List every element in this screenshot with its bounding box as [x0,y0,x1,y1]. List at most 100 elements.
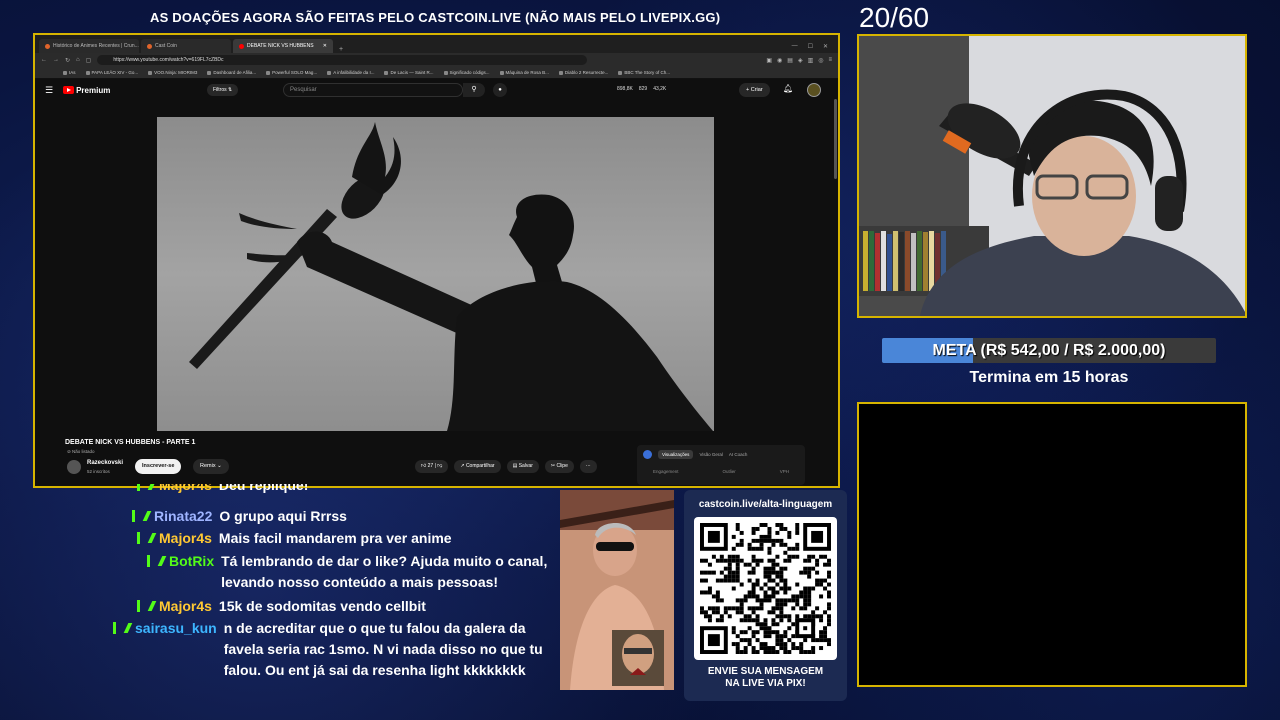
bookmark-item[interactable]: Diablo 2 Resurrecte... [559,70,609,75]
bookmark-item[interactable]: PAPA LEÃO XIV - Go... [86,70,139,75]
new-tab-icon[interactable]: + [335,46,347,53]
chat-username[interactable]: Major4s [159,528,212,549]
qr-code-image [700,523,831,654]
clip-button[interactable]: ✂ Clipe [544,460,574,473]
chat-text: n de acreditar que o que tu falou da gal… [223,620,543,678]
browser-tabbar: Histórico de Animes Recentes | Crun... C… [35,35,838,53]
tab-visualizacoes[interactable]: Visualizações [658,450,694,459]
bookmark-item[interactable]: Powerful SOLO Mag... [266,70,317,75]
video-player[interactable]: ⚙ [35,117,838,431]
extension-icon[interactable]: ▤ [787,57,793,64]
bookmark-item[interactable]: De Lacis — Saint R... [384,70,433,75]
youtube-play-icon [63,86,75,94]
extension-icon[interactable]: ◎ [818,57,823,64]
bookmark-item[interactable]: A infalibilidade da I... [327,70,374,75]
chat-message: Rinata22 O grupo aqui Rrrss [132,506,347,527]
extension-icon[interactable]: ▣ [766,57,772,64]
search-icon[interactable]: ⚲ [463,83,485,97]
back-icon[interactable]: ← [41,57,47,63]
chat-username[interactable]: Rinata22 [154,506,212,527]
microphone-icon[interactable]: ● [493,83,507,97]
goal-deadline: Termina em 15 horas [969,369,1129,386]
webcam-feed [857,34,1247,318]
chat-message: sairasu_kun n de acreditar que o que tu f… [113,618,543,681]
chat-overlay: Major4s Deu replique! Rinata22 O grupo aqui… [100,484,550,720]
browser-tab-youtube[interactable]: DEBATE NICK VS HUBBENS ✕ [233,39,333,53]
panel-label-vph: VPH [779,469,789,474]
minimize-icon[interactable]: — [792,43,798,50]
menu-dots-icon[interactable]: ≡ [828,57,832,64]
bookmark-item[interactable]: VOO.Ninja: MIORIM3 [148,70,197,75]
bell-icon[interactable]: 🔔︎ [783,84,793,93]
close-window-icon[interactable]: ✕ [823,43,828,50]
avatar[interactable] [807,83,821,97]
channel-name[interactable]: Razeckovski [87,460,123,466]
donation-banner: AS DOAÇÕES AGORA SÃO FEITAS PELO CASTCOI… [150,10,721,25]
chat-text: Mais facil mandarem pra ver anime [218,530,452,546]
share-button[interactable]: ↗ Compartilhar [454,460,501,473]
tab-visao-geral[interactable]: Visão Geral [699,452,722,457]
chat-text: Tá lembrando de dar o like? Ajuda muito … [221,553,548,590]
bookmarks-bar: IAs PAPA LEÃO XIV - Go... VOO.Ninja: MIO… [35,67,838,79]
reload-icon[interactable]: ↻ [65,57,70,64]
like-button[interactable]: 👍︎ 27 | 👎︎ [415,460,449,473]
hamburger-menu-icon[interactable]: ☰ [45,85,53,96]
maximize-icon[interactable]: ☐ [808,43,813,50]
tab-favicon-icon [147,43,152,49]
chat-text: 15k de sodomitas vendo cellbit [218,598,426,614]
kick-badge-icon [113,622,125,634]
extension-icon[interactable]: ▥ [808,57,814,64]
bookmark-item[interactable]: Significado códigs... [444,70,490,75]
search-input[interactable]: Pesquisar [283,83,463,97]
webcam-image [859,36,1245,316]
filters-button[interactable]: Filtros ⇅ [207,84,239,96]
url-field[interactable]: https://www.youtube.com/watch?v=619FL7cZ… [97,55,588,65]
browser-tab-history[interactable]: Histórico de Animes Recentes | Crun... [39,39,139,53]
donation-goal-label: META (R$ 542,00 / R$ 2.000,00) [932,342,1166,359]
video-title: DEBATE NICK VS HUBBENS - PARTE 1 [65,439,196,446]
chat-username[interactable]: Major4s [159,596,212,617]
video-frame[interactable]: ⚙ [157,117,714,431]
extension-icon[interactable]: ◈ [798,57,803,64]
remix-button[interactable]: Remix ⌄ [193,459,229,474]
channel-stats: 898,8K 829 43,2K [617,86,667,92]
goal-counter: 20/60 [859,2,930,33]
chat-username[interactable]: sairasu_kun [135,618,217,681]
browser-tab-castcoin[interactable]: Cast Coin [141,39,231,53]
chat-username[interactable]: BotRix [169,551,214,593]
youtube-header: ☰ Premium Filtros ⇅ Pesquisar ⚲ ● 898,8K… [35,79,838,101]
qr-code[interactable] [694,517,837,660]
channel-subscribers: 52 inscritos [87,469,110,474]
kick-badge-icon [132,510,144,522]
donation-goal-bar: META (R$ 542,00 / R$ 2.000,00) [882,338,1216,363]
close-tab-icon[interactable]: ✕ [323,43,327,49]
tab-ai-coach[interactable]: AI Coach [729,452,748,457]
save-button[interactable]: ▤ Salvar [506,460,539,473]
home-icon[interactable]: ⌂ [76,57,80,63]
bookmark-item[interactable]: Máquina de Rosa B... [500,70,549,75]
bookmark-item[interactable]: BBC The Story of Ch... [618,70,670,75]
qr-url-label: castcoin.live/alta-linguagem [698,499,833,510]
more-options-button[interactable]: ⋯ [579,460,597,473]
subscribe-button[interactable]: Inscrever-se [135,459,182,474]
address-bar: ← → ↻ ⌂ ▢ https://www.youtube.com/watch?… [35,53,838,67]
forward-icon[interactable]: → [53,57,59,63]
kick-badge-icon [147,555,159,567]
channel-avatar[interactable] [67,460,81,474]
statue-silhouette-image [157,117,714,431]
visibility-label: ⊘ Não listado [67,449,95,454]
create-button[interactable]: + Criar [739,83,770,97]
bookmark-item[interactable]: IAs [63,70,76,75]
chat-username[interactable]: Major4s [159,484,212,496]
panel-label-engagement: Engagement [653,469,679,474]
bookmark-item[interactable]: Dashboard de Afilia... [207,70,256,75]
page-scrollbar[interactable] [834,99,837,179]
qr-caption: ENVIE SUA MENSAGEM NA LIVE VIA PIX! [707,666,824,689]
extension-icon[interactable]: ◉ [777,57,782,64]
youtube-logo[interactable]: Premium [63,86,110,95]
kick-badge-icon [137,484,149,491]
bookmark-icon[interactable]: ▢ [86,57,92,64]
pix-qr-card: castcoin.live/alta-linguagem ENVIE SUA M… [684,490,847,701]
panel-logo-icon [643,450,652,459]
tab-favicon-icon [45,43,50,49]
